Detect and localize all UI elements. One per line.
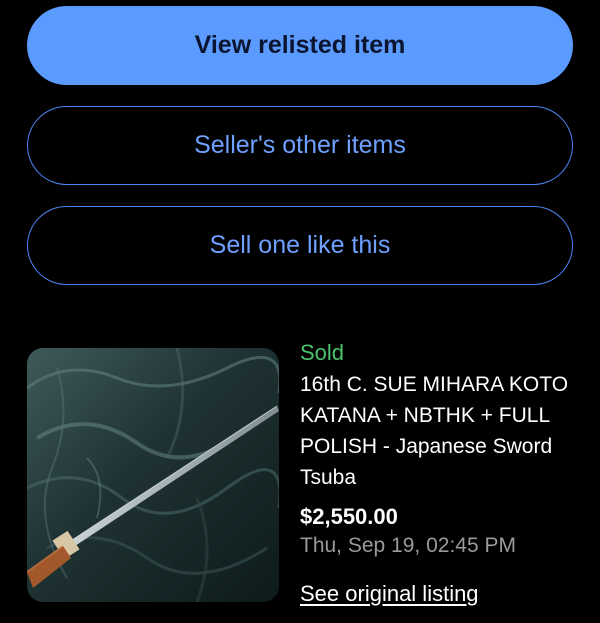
listing-price: $2,550.00 — [300, 504, 398, 529]
sold-status: Sold — [300, 340, 345, 365]
sell-one-like-this-button[interactable]: Sell one like this — [27, 206, 573, 285]
view-relisted-item-button[interactable]: View relisted item — [27, 6, 573, 85]
listing-title[interactable]: 16th C. SUE MIHARA KOTO KATANA + NBTHK +… — [300, 369, 596, 493]
sellers-other-items-button[interactable]: Seller's other items — [27, 106, 573, 185]
listing-thumbnail[interactable] — [27, 348, 279, 602]
sold-date: Thu, Sep 19, 02:45 PM — [300, 534, 516, 557]
katana-image — [27, 348, 279, 602]
listing-info: Sold 16th C. SUE MIHARA KOTO KATANA + NB… — [300, 339, 596, 608]
see-original-listing-link[interactable]: See original listing — [300, 580, 479, 608]
